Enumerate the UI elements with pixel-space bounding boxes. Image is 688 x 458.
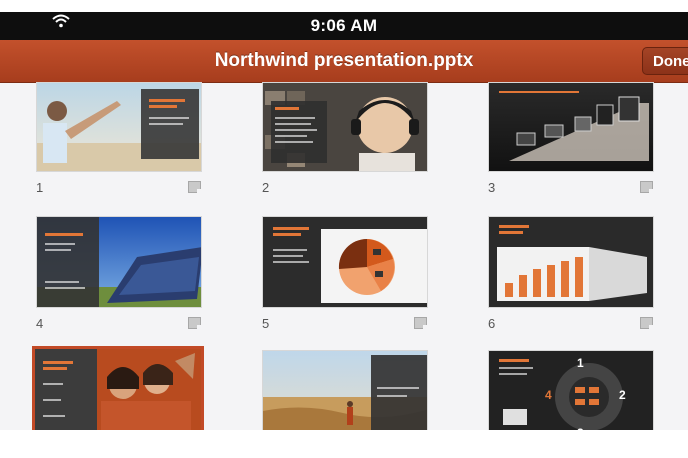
slide-thumbnail-9[interactable]: 4 1 2 3 [488,350,654,430]
title-bar: Northwind presentation.pptx Done [0,40,688,83]
slide-9-image: 4 1 2 3 [489,351,653,430]
slide-grid: 1 2 3 4 5 6 4 1 2 [0,82,688,430]
notes-icon-5 [414,317,427,329]
slide-thumbnail-3[interactable] [488,82,654,172]
status-time: 9:06 AM [310,16,378,35]
notes-icon-4 [188,317,201,329]
slide-thumbnail-8[interactable] [262,350,428,430]
slide-number-6: 6 [488,316,496,331]
svg-text:2: 2 [619,388,626,402]
slide-number-2: 2 [262,180,270,195]
slide-thumbnail-7[interactable] [32,346,204,430]
slide-thumbnail-6[interactable] [488,216,654,308]
slide-4-image [37,217,201,307]
slide-number-5: 5 [262,316,270,331]
slide-3-image [489,83,653,171]
notes-icon-3 [640,181,653,193]
done-button[interactable]: Done [642,47,688,75]
status-bar: 9:06 AM [0,0,688,40]
slide-thumbnail-5[interactable] [262,216,428,308]
svg-text:1: 1 [577,356,584,370]
slide-thumbnail-4[interactable] [36,216,202,308]
slide-number-3: 3 [488,180,496,195]
svg-text:4: 4 [545,388,552,402]
notes-icon-1 [188,181,201,193]
slide-8-image [263,351,427,430]
slide-2-image [263,83,427,171]
slide-number-4: 4 [36,316,44,331]
slide-number-1: 1 [36,180,44,195]
notes-icon-6 [640,317,653,329]
slide-1-image [37,83,201,171]
bottom-bar [0,430,688,458]
document-title: Northwind presentation.pptx [214,50,474,71]
slide-thumbnail-2[interactable] [262,82,428,172]
slide-thumbnail-1[interactable] [36,82,202,172]
